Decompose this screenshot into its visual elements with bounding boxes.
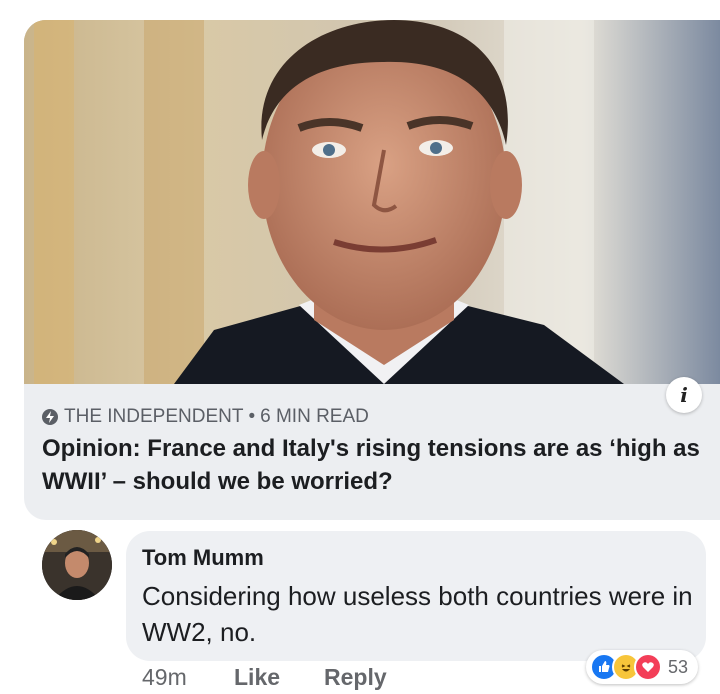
comment-text: Considering how useless both countries w… — [142, 581, 693, 647]
love-icon — [634, 653, 662, 681]
info-button[interactable]: i — [666, 377, 702, 413]
lightning-icon — [42, 409, 58, 425]
like-button[interactable]: Like — [234, 664, 324, 691]
comment-actions: 49m Like Reply — [142, 664, 387, 691]
comment-author[interactable]: Tom Mumm — [142, 545, 264, 571]
meta-separator: • — [248, 406, 256, 427]
article-photo-image — [24, 20, 720, 384]
reply-button[interactable]: Reply — [324, 664, 387, 691]
comment-timestamp[interactable]: 49m — [142, 664, 234, 691]
article-meta: THE INDEPENDENT • 6 MIN READ — [42, 404, 369, 430]
avatar-image — [42, 530, 112, 600]
article-headline[interactable]: Opinion: France and Italy's rising tensi… — [42, 432, 702, 498]
avatar[interactable] — [42, 530, 112, 600]
reaction-count: 53 — [668, 656, 689, 677]
link-preview-card[interactable]: i THE INDEPENDENT • 6 MIN READ Opinion: … — [24, 20, 720, 520]
read-time: 6 MIN READ — [260, 406, 369, 427]
article-source: THE INDEPENDENT — [64, 406, 244, 427]
article-photo[interactable] — [24, 20, 720, 384]
reaction-summary[interactable]: 53 — [586, 650, 699, 684]
